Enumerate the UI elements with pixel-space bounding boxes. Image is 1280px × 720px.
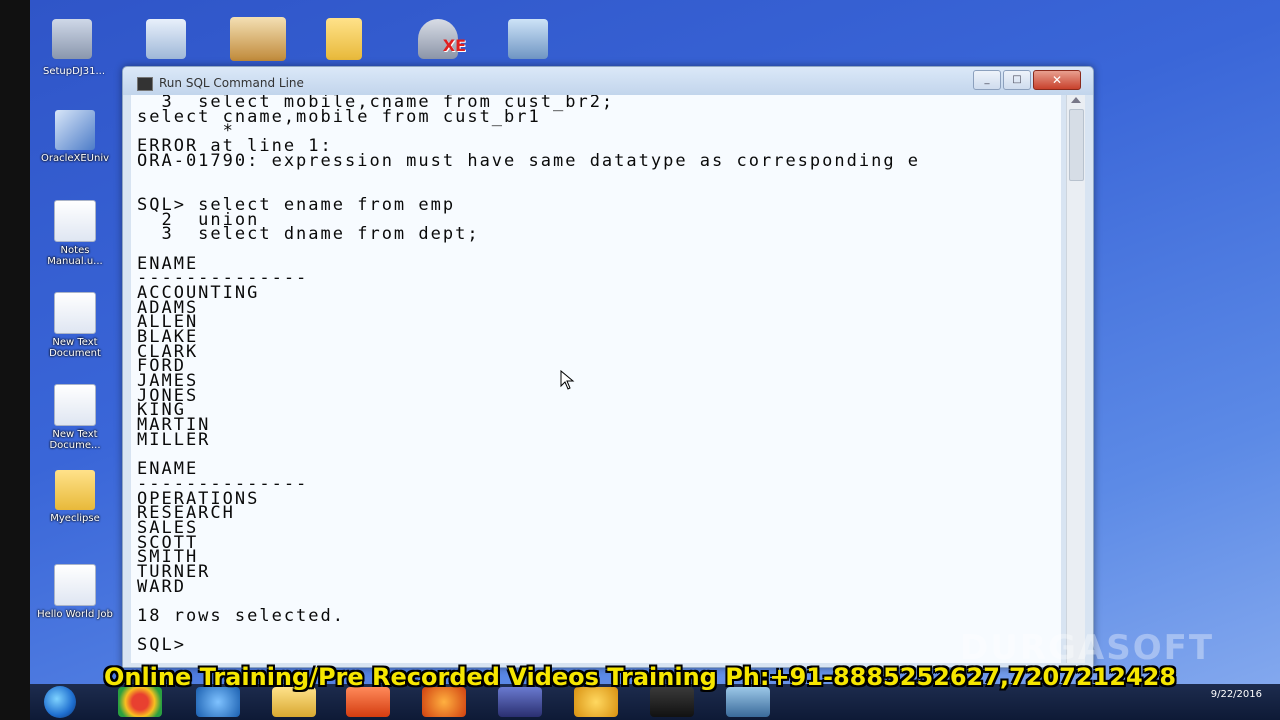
console-line: SCOTT	[137, 532, 199, 553]
console-line: SALES	[137, 517, 199, 538]
folder-icon	[55, 470, 95, 510]
maximize-button[interactable]: □	[1003, 70, 1031, 90]
document-icon	[54, 384, 96, 426]
maximize-icon: □	[1012, 74, 1022, 85]
minimize-icon: _	[984, 74, 990, 85]
desktop-icon-label: New Text Document	[49, 337, 101, 359]
oracle-xe-icon[interactable]: XE	[410, 14, 466, 64]
desktop-icon-label: New Text Docume...	[49, 429, 101, 451]
console-line: 3 select dname from dept;	[137, 224, 480, 245]
desktop-icon-new-text-document-2[interactable]: New Text Docume...	[36, 384, 114, 451]
console-line: --------------	[137, 268, 309, 289]
console-line: WARD	[137, 576, 186, 597]
document-icon	[54, 292, 96, 334]
scrollbar-thumb[interactable]	[1069, 109, 1084, 181]
console-line: BLAKE	[137, 327, 199, 347]
minimize-button[interactable]: _	[973, 70, 1001, 90]
vertical-scrollbar[interactable]	[1066, 95, 1085, 663]
console-line: SMITH	[137, 547, 199, 568]
screen-left-edge	[0, 0, 30, 720]
desktop-icon-hello-world[interactable]: Hello World Job	[36, 564, 114, 620]
desktop-icon-oraclexe[interactable]: OracleXEUniv	[36, 110, 114, 164]
console-line: 18 rows selected.	[137, 606, 345, 627]
console-line: SQL>	[137, 635, 199, 656]
document-icon	[54, 200, 96, 242]
console-text: 3 select mobile,cname from cust_br2; sele…	[131, 95, 1061, 656]
console-line: MARTIN	[137, 415, 211, 436]
training-banner: Online Training/Pre Recorded Videos Trai…	[103, 663, 1177, 691]
window-title: Run SQL Command Line	[159, 76, 304, 90]
oracle-app-icon	[55, 110, 95, 150]
console-line: CLARK	[137, 341, 199, 362]
console-line: --------------	[137, 473, 309, 494]
console-output[interactable]: 3 select mobile,cname from cust_br2; sele…	[131, 95, 1061, 663]
sql-command-line-window[interactable]: Run SQL Command Line _ □ ✕ 3 select mobi…	[122, 66, 1094, 668]
desktop-icon-new-text-document[interactable]: New Text Document	[36, 292, 114, 359]
console-line: RESEARCH	[137, 503, 235, 524]
mouse-cursor-icon	[560, 370, 575, 390]
console-line: SQL> select ename from emp	[137, 194, 456, 215]
tomcat-icon[interactable]	[230, 14, 286, 64]
window-titlebar[interactable]: Run SQL Command Line _ □ ✕	[123, 67, 1093, 95]
console-app-icon	[137, 77, 153, 91]
console-line: JONES	[137, 385, 199, 406]
console-line: ACCOUNTING	[137, 282, 260, 303]
console-line: ORA-01790: expression must have same dat…	[137, 150, 921, 171]
desktop-icon-label: Myeclipse	[50, 513, 100, 524]
close-button[interactable]: ✕	[1033, 70, 1081, 90]
console-line: TURNER	[137, 562, 211, 582]
console-line: JAMES	[137, 371, 199, 392]
network-icon[interactable]	[500, 14, 556, 64]
console-line: ALLEN	[137, 312, 199, 333]
console-line: FORD	[137, 356, 186, 377]
xe-label: XE	[442, 36, 466, 55]
folder-icon[interactable]	[316, 14, 372, 64]
desktop-icon-myeclipse[interactable]: Myeclipse	[36, 470, 114, 524]
setup-icon[interactable]	[44, 14, 100, 64]
desktop-icon-label: Hello World Job	[37, 609, 113, 620]
document-icon	[54, 564, 96, 606]
scroll-up-arrow-icon[interactable]	[1071, 97, 1081, 103]
console-line: ADAMS	[137, 297, 199, 318]
desktop-icon-notes[interactable]: Notes Manual.u...	[36, 200, 114, 267]
desktop-icon-label: OracleXEUniv	[40, 153, 110, 164]
console-line: KING	[137, 400, 186, 421]
document-shortcut-icon[interactable]	[138, 14, 194, 64]
console-line: MILLER	[137, 429, 211, 450]
desktop-icon-label: Notes Manual.u...	[47, 245, 103, 267]
setup-icon-label: SetupDJ31...	[42, 66, 106, 77]
